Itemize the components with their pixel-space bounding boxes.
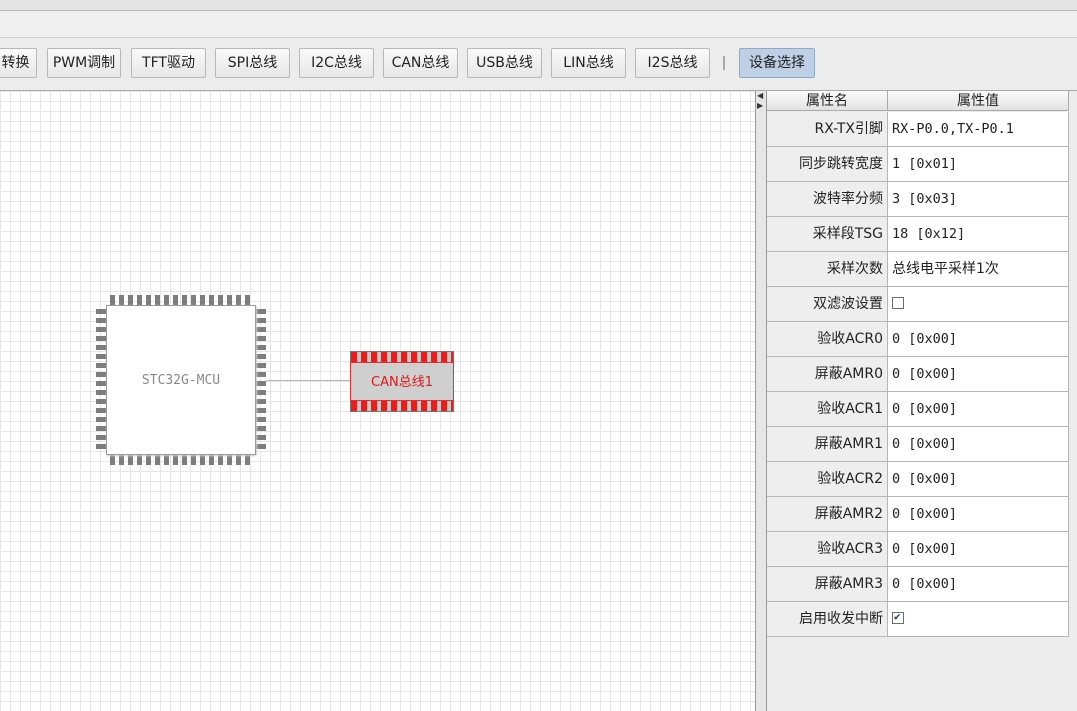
toolbar-button-can[interactable]: CAN总线	[383, 48, 458, 78]
panel-splitter[interactable]: ◀ ▶	[756, 91, 767, 711]
property-value[interactable]: 3 [0x03]	[888, 182, 1069, 216]
collapse-left-icon[interactable]: ◀	[757, 91, 763, 100]
property-value[interactable]: 18 [0x12]	[888, 217, 1069, 251]
menu-bar	[0, 11, 1077, 38]
property-row[interactable]: 采样次数 总线电平采样1次	[767, 252, 1069, 287]
property-value	[888, 287, 1069, 321]
collapse-right-icon[interactable]: ▶	[757, 101, 763, 110]
property-name: 验收ACR0	[767, 322, 888, 356]
property-name: RX-TX引脚	[767, 112, 888, 146]
can-bus-block[interactable]: CAN总线1	[350, 351, 454, 412]
header-property-name[interactable]: 属性名	[767, 91, 888, 111]
property-row[interactable]: 同步跳转宽度 1 [0x01]	[767, 147, 1069, 182]
mcu-pins-top	[110, 295, 252, 305]
property-name: 验收ACR2	[767, 462, 888, 496]
property-value[interactable]: 0 [0x00]	[888, 357, 1069, 391]
toolbar-button-convert[interactable]: 转换	[0, 48, 37, 78]
toolbar-button-i2c[interactable]: I2C总线	[299, 48, 374, 78]
mcu-chip[interactable]: STC32G-MCU	[106, 305, 256, 455]
interrupt-enable-checkbox[interactable]: ✔	[892, 609, 904, 624]
property-row[interactable]: 验收ACR3 0 [0x00]	[767, 532, 1069, 567]
property-panel: 属性名 属性值 RX-TX引脚 RX-P0.0,TX-P0.1 同步跳转宽度 1…	[767, 91, 1077, 711]
property-name: 验收ACR3	[767, 532, 888, 566]
toolbar-button-pwm[interactable]: PWM调制	[47, 48, 121, 78]
property-row[interactable]: RX-TX引脚 RX-P0.0,TX-P0.1	[767, 112, 1069, 147]
property-name: 屏蔽AMR3	[767, 567, 888, 601]
property-value[interactable]: 0 [0x00]	[888, 567, 1069, 601]
property-value[interactable]: 0 [0x00]	[888, 532, 1069, 566]
property-row[interactable]: 双滤波设置	[767, 287, 1069, 322]
property-name: 同步跳转宽度	[767, 147, 888, 181]
property-panel-empty-area	[767, 637, 1069, 711]
checkmark-icon: ✔	[894, 609, 901, 623]
mcu-pins-left	[96, 309, 106, 451]
toolbar-button-usb[interactable]: USB总线	[467, 48, 542, 78]
property-table-header: 属性名 属性值	[767, 91, 1069, 112]
property-value[interactable]: RX-P0.0,TX-P0.1	[888, 112, 1069, 146]
property-value-select[interactable]: 总线电平采样1次	[888, 252, 1069, 286]
mcu-label: STC32G-MCU	[141, 372, 221, 388]
connection-wire	[266, 380, 350, 381]
mcu-pins-right	[256, 309, 266, 451]
window-top-strip	[0, 0, 1077, 11]
property-name: 验收ACR1	[767, 392, 888, 426]
dual-filter-checkbox[interactable]	[892, 296, 904, 309]
toolbar-separator: |	[721, 55, 727, 71]
can-bus-label: CAN总线1	[350, 362, 454, 401]
property-value[interactable]: 1 [0x01]	[888, 147, 1069, 181]
toolbar: 转换 PWM调制 TFT驱动 SPI总线 I2C总线 CAN总线 USB总线 L…	[0, 38, 1077, 91]
property-name: 波特率分频	[767, 182, 888, 216]
design-canvas[interactable]: STC32G-MCU CAN总线1	[0, 91, 756, 711]
property-name: 屏蔽AMR2	[767, 497, 888, 531]
mcu-pins-bottom	[110, 455, 252, 465]
can-pins-bottom	[351, 401, 453, 411]
property-value[interactable]: 0 [0x00]	[888, 322, 1069, 356]
property-name: 双滤波设置	[767, 287, 888, 321]
device-select-button[interactable]: 设备选择	[739, 48, 815, 78]
property-row[interactable]: 屏蔽AMR0 0 [0x00]	[767, 357, 1069, 392]
property-row[interactable]: 验收ACR0 0 [0x00]	[767, 322, 1069, 357]
property-row[interactable]: 验收ACR2 0 [0x00]	[767, 462, 1069, 497]
property-value[interactable]: 0 [0x00]	[888, 392, 1069, 426]
property-row[interactable]: 验收ACR1 0 [0x00]	[767, 392, 1069, 427]
header-property-value[interactable]: 属性值	[888, 91, 1069, 111]
property-value[interactable]: 0 [0x00]	[888, 497, 1069, 531]
property-row[interactable]: 采样段TSG 18 [0x12]	[767, 217, 1069, 252]
property-name: 采样段TSG	[767, 217, 888, 251]
property-name: 屏蔽AMR1	[767, 427, 888, 461]
property-row[interactable]: 波特率分频 3 [0x03]	[767, 182, 1069, 217]
property-value[interactable]: 0 [0x00]	[888, 462, 1069, 496]
property-row[interactable]: 屏蔽AMR1 0 [0x00]	[767, 427, 1069, 462]
toolbar-button-spi[interactable]: SPI总线	[215, 48, 290, 78]
property-value: ✔	[888, 602, 1069, 636]
property-name: 屏蔽AMR0	[767, 357, 888, 391]
toolbar-button-i2s[interactable]: I2S总线	[635, 48, 710, 78]
can-pins-top	[351, 352, 453, 362]
property-name: 启用收发中断	[767, 602, 888, 636]
toolbar-button-tft[interactable]: TFT驱动	[131, 48, 206, 78]
property-name: 采样次数	[767, 252, 888, 286]
property-row[interactable]: 屏蔽AMR3 0 [0x00]	[767, 567, 1069, 602]
property-row[interactable]: 屏蔽AMR2 0 [0x00]	[767, 497, 1069, 532]
property-table: RX-TX引脚 RX-P0.0,TX-P0.1 同步跳转宽度 1 [0x01] …	[767, 112, 1069, 637]
toolbar-button-lin[interactable]: LIN总线	[551, 48, 626, 78]
property-value[interactable]: 0 [0x00]	[888, 427, 1069, 461]
property-row[interactable]: 启用收发中断 ✔	[767, 602, 1069, 637]
